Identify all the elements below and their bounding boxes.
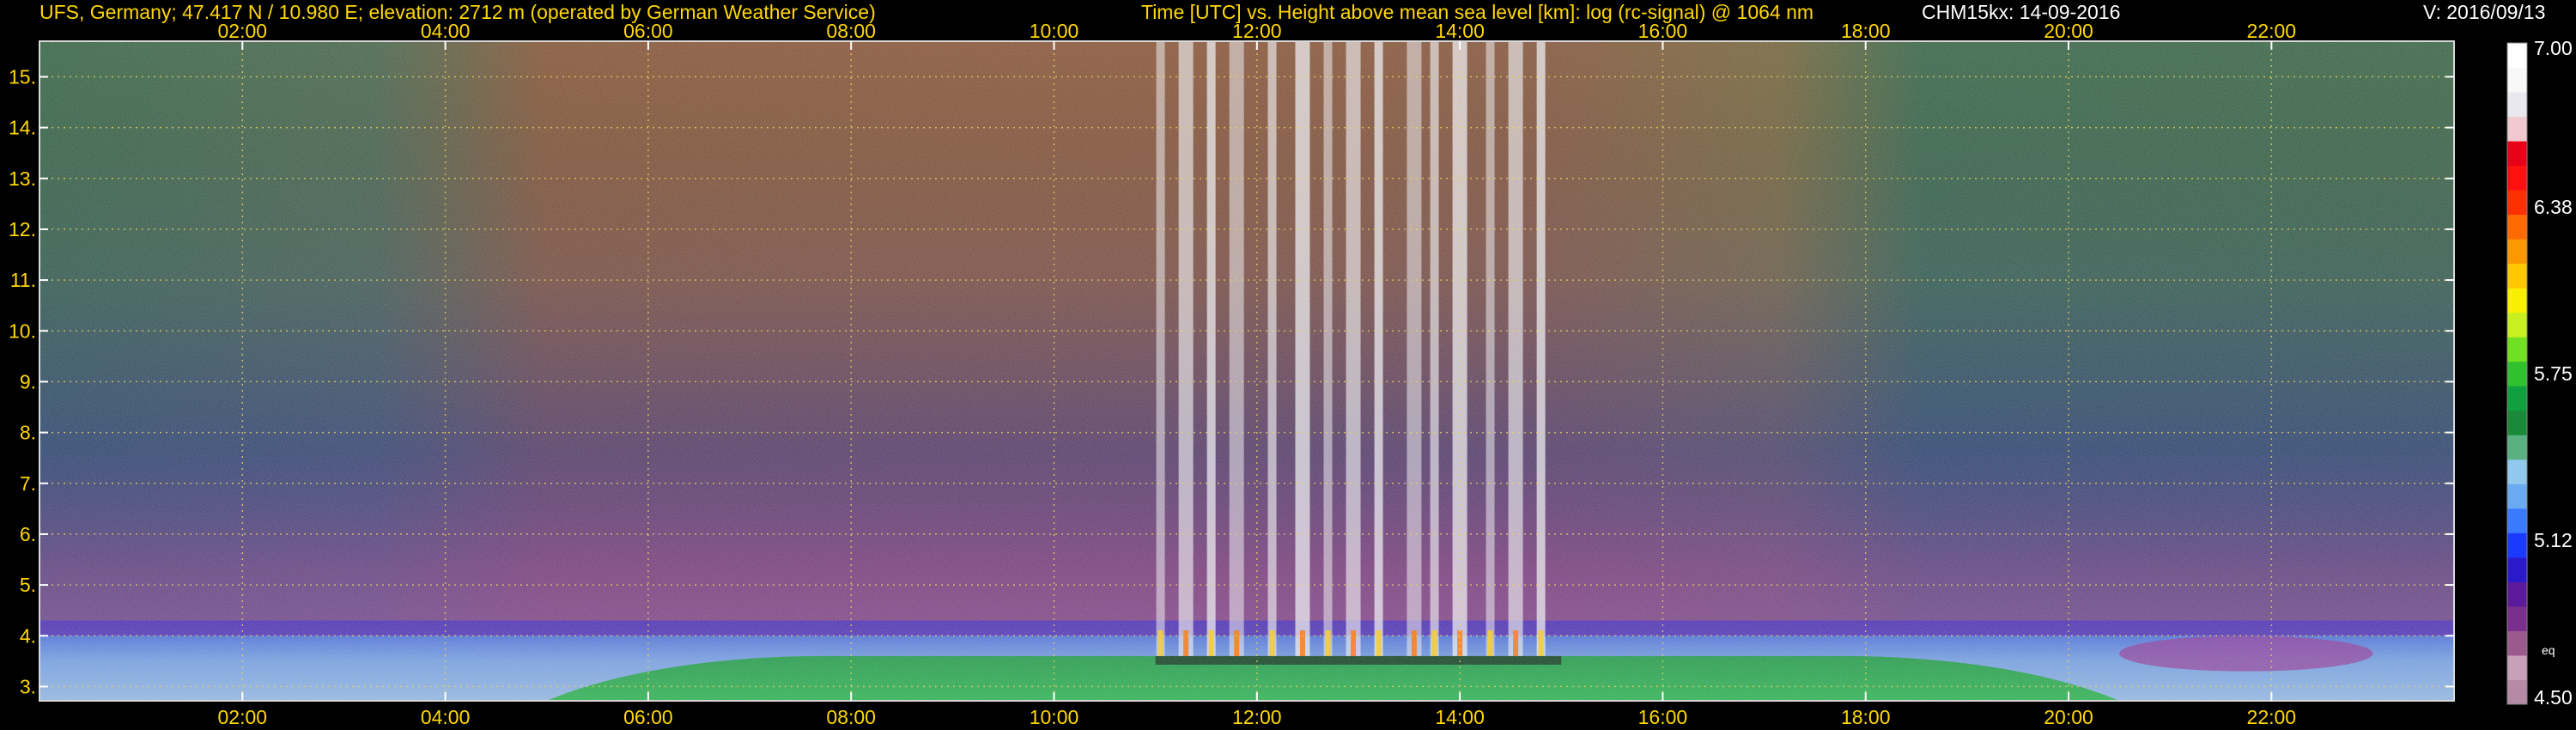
x-tick-label-bottom: 20:00	[2044, 706, 2093, 728]
colorbar-segment	[2507, 410, 2527, 435]
colorbar-segment	[2507, 67, 2527, 93]
x-tick-label-bottom: 16:00	[1638, 706, 1688, 728]
colorbar-segment	[2507, 581, 2527, 607]
y-tick-label: 14.	[9, 117, 36, 139]
colorbar-tick-label: 7.00	[2534, 37, 2573, 59]
colorbar-segment	[2507, 435, 2527, 460]
colorbar-tick-label: 5.75	[2534, 362, 2573, 385]
colorbar-segment	[2507, 116, 2527, 142]
x-tick-label-top: 06:00	[623, 20, 673, 42]
x-tick-label-top: 20:00	[2044, 20, 2093, 42]
y-tick-label: 6.	[20, 523, 36, 545]
y-tick-label: 12.	[9, 218, 36, 240]
x-tick-label-bottom: 04:00	[421, 706, 471, 728]
colorbar-segment	[2507, 557, 2527, 582]
colorbar-segment	[2507, 337, 2527, 362]
x-tick-label-top: 16:00	[1638, 20, 1688, 42]
colorbar-tick-label: 4.50	[2534, 686, 2573, 709]
y-tick-label: 10.	[9, 319, 36, 342]
y-tick-label: 5.	[20, 574, 36, 596]
x-tick-label-bottom: 22:00	[2247, 706, 2297, 728]
colorbar-segment	[2507, 630, 2527, 656]
colorbar-segment	[2507, 288, 2527, 313]
x-tick-label-top: 02:00	[218, 20, 268, 42]
y-tick-label: 4.	[20, 624, 36, 647]
x-tick-label-bottom: 18:00	[1841, 706, 1891, 728]
colorbar-segment	[2507, 312, 2527, 338]
colorbar-segment	[2507, 484, 2527, 509]
x-tick-label-top: 12:00	[1232, 20, 1282, 42]
y-tick-label: 15.	[9, 65, 36, 88]
x-tick-label-bottom: 12:00	[1232, 706, 1282, 728]
backscatter-chart: 02:00 02:00 04:00 04:00 06:00 06:00 08:00 08:00…	[9, 20, 2573, 728]
colorbar-tick-label: 6.38	[2534, 196, 2573, 218]
colorbar-segment	[2507, 459, 2527, 484]
y-tick-label: 13.	[9, 167, 36, 190]
colorbar-segment	[2507, 605, 2527, 631]
x-tick-label-top: 10:00	[1030, 20, 1079, 42]
x-tick-label-bottom: 08:00	[826, 706, 876, 728]
x-tick-label-bottom: 10:00	[1030, 706, 1079, 728]
colorbar-segment	[2507, 532, 2527, 558]
x-tick-label-top: 04:00	[421, 20, 471, 42]
colorbar-annotation: eq	[2542, 643, 2555, 657]
y-tick-label: 11.	[10, 269, 36, 291]
colorbar-segment	[2507, 43, 2527, 69]
y-tick-label: 7.	[20, 472, 36, 495]
x-tick-label-bottom: 06:00	[623, 706, 673, 728]
x-tick-label-bottom: 02:00	[218, 706, 268, 728]
x-tick-label-bottom: 14:00	[1435, 706, 1485, 728]
colorbar-segment	[2507, 92, 2527, 118]
y-tick-label: 8.	[20, 422, 36, 444]
colorbar-segment	[2507, 214, 2527, 240]
y-tick-label: 3.	[20, 675, 36, 697]
x-tick-label-top: 08:00	[826, 20, 876, 42]
ceilometer-figure: UFS, Germany; 47.417 N / 10.980 E; eleva…	[0, 0, 2576, 730]
colorbar-segment	[2507, 679, 2527, 705]
colorbar-segment	[2507, 263, 2527, 289]
colorbar-segment	[2507, 654, 2527, 680]
colorbar-segment	[2507, 141, 2527, 167]
colorbar-segment	[2507, 361, 2527, 386]
colorbar-segment	[2507, 508, 2527, 533]
colorbar-segment	[2507, 386, 2527, 411]
y-tick-label: 9.	[20, 370, 36, 392]
colorbar-segment	[2507, 190, 2527, 216]
x-tick-label-top: 14:00	[1435, 20, 1485, 42]
colorbar-tick-label: 5.12	[2534, 529, 2573, 551]
x-tick-label-top: 18:00	[1841, 20, 1891, 42]
colorbar-segment	[2507, 239, 2527, 265]
x-tick-label-top: 22:00	[2247, 20, 2297, 42]
colorbar-segment	[2507, 165, 2527, 191]
speckle-overlay	[39, 41, 2454, 701]
